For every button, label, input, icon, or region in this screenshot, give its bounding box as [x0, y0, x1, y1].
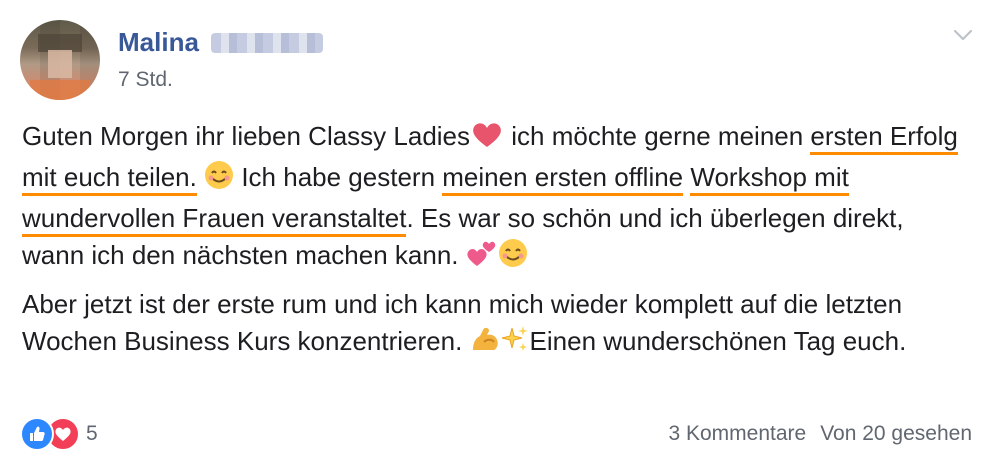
like-icon	[20, 417, 54, 451]
text-segment: Einen wunderschönen Tag euch.	[529, 325, 907, 356]
highlighted-text: meinen ersten offline	[442, 161, 684, 196]
text-segment: Ich habe gestern	[234, 161, 443, 192]
facebook-group-post: Malina 7 Std. Guten Morgen ihr lieben Cl…	[0, 0, 990, 472]
seen-by-link[interactable]: Von 20 gesehen	[820, 422, 972, 446]
smiling-face-emoji	[204, 160, 234, 200]
post-footer: 5 3 Kommentare Von 20 gesehen	[20, 417, 972, 451]
heart-emoji	[470, 121, 504, 159]
chevron-down-icon[interactable]	[952, 26, 974, 44]
comments-link[interactable]: 3 Kommentare	[668, 422, 806, 446]
reactions-summary[interactable]: 5	[20, 417, 98, 451]
two-hearts-emoji	[466, 238, 498, 278]
post-stats: 3 Kommentare Von 20 gesehen	[668, 422, 972, 446]
text-segment: ich möchte gerne meinen	[504, 121, 811, 151]
post-paragraph-1: Guten Morgen ihr lieben Classy Ladies ic…	[22, 118, 972, 278]
sparkles-emoji	[500, 324, 530, 364]
smiling-face-emoji	[498, 238, 528, 278]
blurred-surname	[210, 32, 323, 53]
reaction-count: 5	[86, 422, 98, 445]
text-segment: Guten Morgen ihr lieben Classy Ladies	[22, 121, 471, 151]
author-row: Malina	[118, 27, 323, 58]
post-text: Guten Morgen ihr lieben Classy Ladies ic…	[22, 118, 972, 371]
flexed-biceps-emoji	[470, 324, 500, 364]
author-name[interactable]: Malina	[118, 27, 199, 58]
post-paragraph-2: Aber jetzt ist der erste rum und ich kan…	[22, 286, 972, 364]
avatar[interactable]	[20, 20, 100, 100]
post-timestamp[interactable]: 7 Std.	[118, 68, 173, 92]
